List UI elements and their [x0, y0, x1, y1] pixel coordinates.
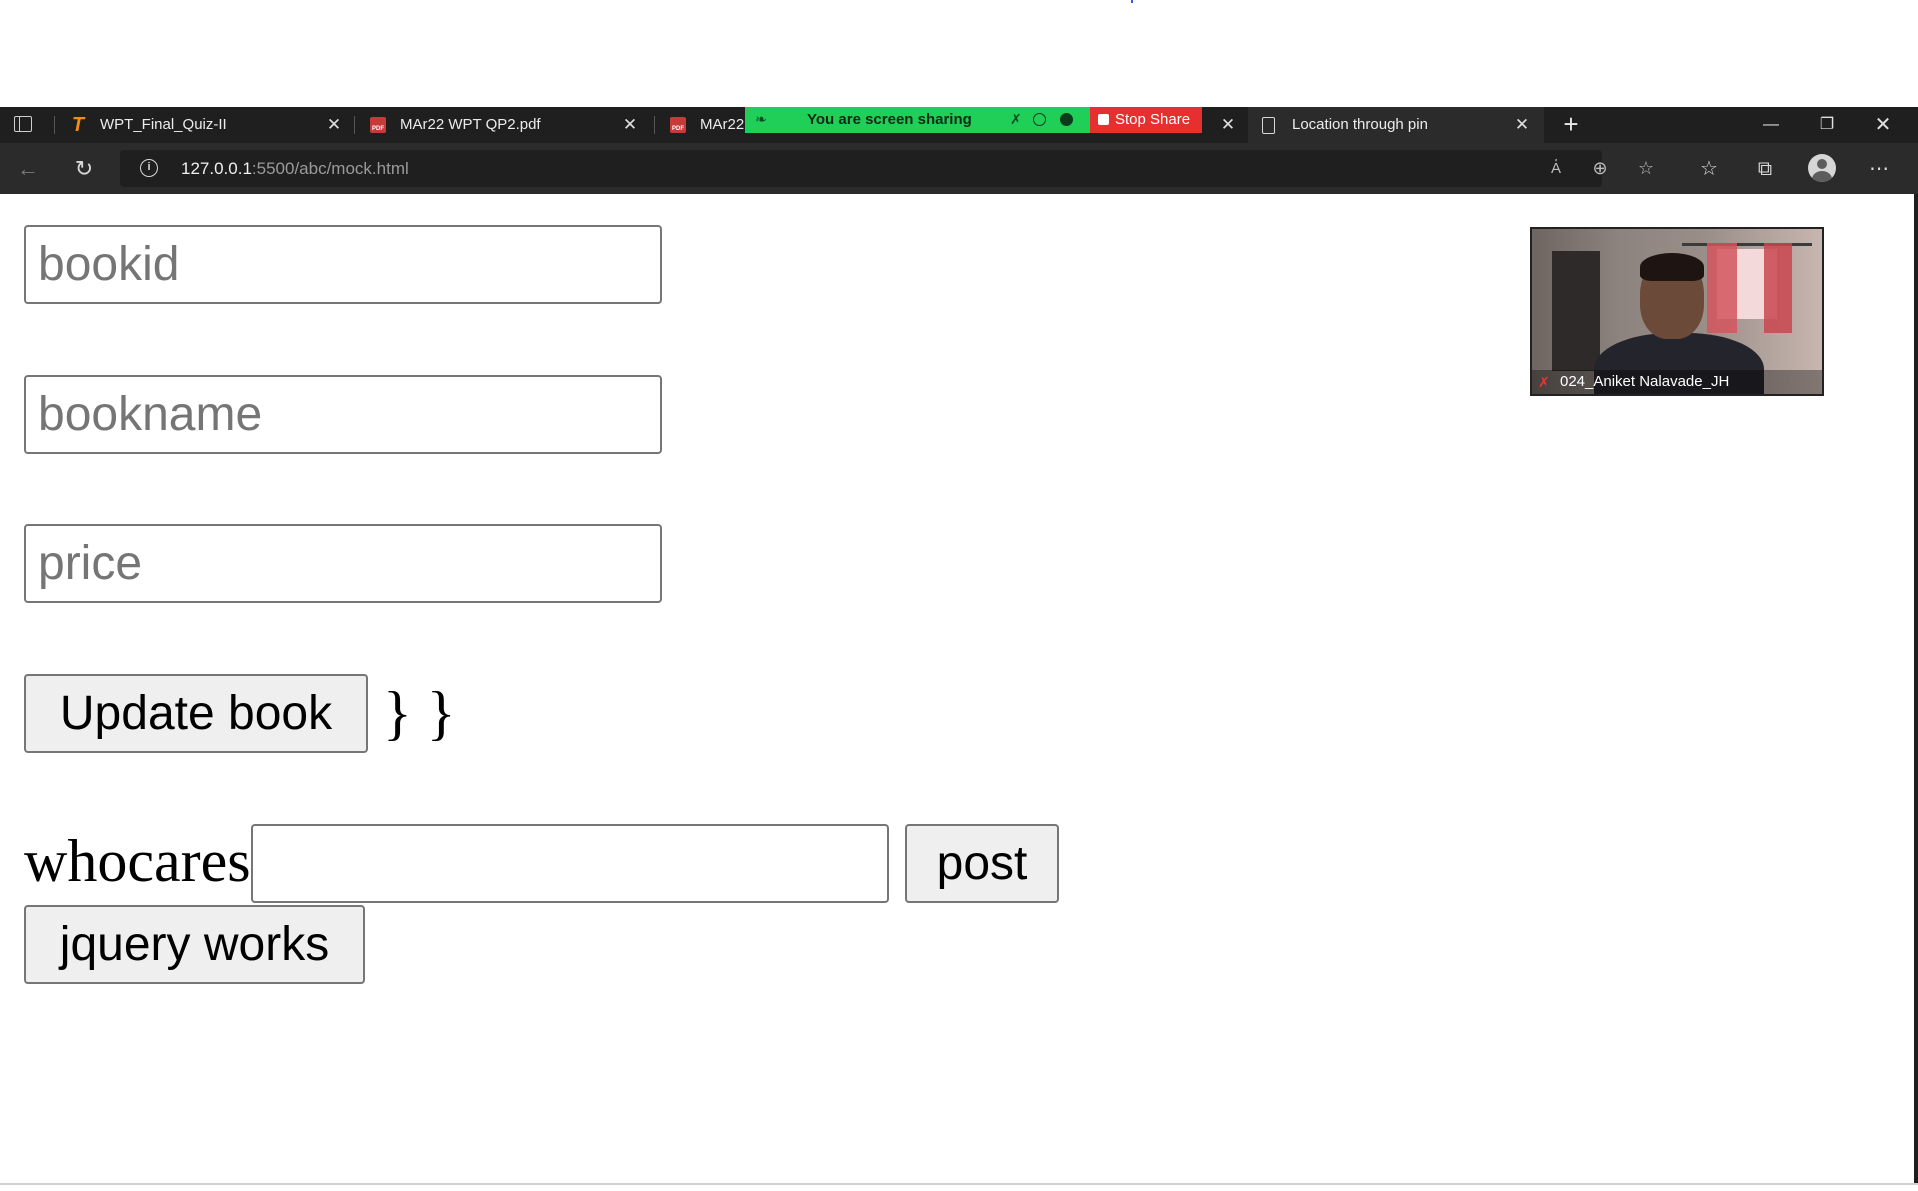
price-input[interactable] — [24, 524, 662, 603]
post-button[interactable]: post — [905, 824, 1059, 903]
tab-separator — [354, 116, 355, 134]
stop-square-icon — [1098, 114, 1109, 125]
bookid-input[interactable] — [24, 225, 662, 304]
close-tab-icon[interactable]: ✕ — [1218, 107, 1238, 143]
pdf-icon — [670, 117, 686, 133]
url-host: 127.0.0.1 — [181, 159, 252, 178]
mic-muted-icon[interactable]: ✗ — [1010, 111, 1022, 128]
zoom-icon[interactable]: ⊕ — [1586, 150, 1614, 187]
jquery-works-button[interactable]: jquery works — [24, 905, 365, 984]
favorites-icon[interactable]: ☆ — [1694, 155, 1724, 183]
video-curtain — [1764, 243, 1792, 333]
address-bar[interactable]: i 127.0.0.1:5500/abc/mock.html — [120, 150, 1602, 187]
tab-separator — [654, 116, 655, 134]
whocares-input[interactable] — [251, 824, 889, 903]
braces-text: } } — [383, 680, 456, 746]
minimize-icon[interactable]: — — [1748, 107, 1794, 143]
whocares-label: whocares — [24, 828, 251, 894]
participant-name: 024_Aniket Nalavade_JH — [1560, 373, 1730, 390]
quiz-favicon-icon: T — [71, 114, 85, 136]
read-aloud-icon[interactable]: A᷾ — [1542, 150, 1570, 187]
screen-share-banner: ❧ You are screen sharing ✗ — [745, 107, 1090, 133]
close-tab-icon[interactable]: ✕ — [620, 107, 640, 143]
bottom-edge — [0, 1183, 1918, 1191]
url-path: :5500/abc/mock.html — [251, 159, 409, 178]
profile-avatar[interactable] — [1808, 154, 1836, 182]
participant-video-thumbnail[interactable]: ✗ 024_Aniket Nalavade_JH — [1530, 227, 1824, 396]
tab-mar22-pdf[interactable]: MAr22 WPT QP2.pdf ✕ — [356, 107, 652, 143]
tab-title: WPT_Final_Quiz-II — [100, 116, 227, 133]
back-arrow-icon[interactable]: ← — [14, 155, 42, 183]
screen-share-status: You are screen sharing — [807, 111, 972, 128]
tab-title: MAr22 WPT QP2.pdf — [400, 116, 541, 133]
video-caption-bar: ✗ 024_Aniket Nalavade_JH — [1532, 370, 1822, 394]
browser-toolbar: ← ↻ i 127.0.0.1:5500/abc/mock.html A᷾ ⊕ … — [0, 143, 1918, 194]
screen-marker — [1131, 0, 1133, 3]
document-icon — [1262, 117, 1275, 134]
video-curtain — [1707, 243, 1737, 333]
tab-title: Location through pin — [1292, 116, 1428, 133]
bookname-input[interactable] — [24, 375, 662, 454]
stop-share-button[interactable]: Stop Share — [1090, 107, 1202, 133]
new-tab-plus-icon[interactable]: + — [1556, 107, 1586, 143]
tab-location-through-pin[interactable]: Location through pin ✕ — [1248, 107, 1544, 143]
share-info-icon[interactable] — [1033, 113, 1046, 126]
collections-icon[interactable]: ⧉ — [1750, 155, 1780, 183]
top-blank-area — [0, 0, 1918, 107]
tab-wpt-final-quiz[interactable]: T WPT_Final_Quiz-II ✕ — [56, 107, 352, 143]
url-text[interactable]: 127.0.0.1:5500/abc/mock.html — [181, 150, 409, 187]
update-book-button[interactable]: Update book — [24, 674, 368, 753]
participant-hair — [1640, 253, 1704, 281]
shield-icon[interactable] — [1060, 113, 1073, 126]
restore-icon[interactable]: ❐ — [1804, 107, 1850, 143]
more-options-icon[interactable]: ⋯ — [1864, 155, 1894, 183]
video-curtain-rod — [1682, 243, 1812, 246]
refresh-icon[interactable]: ↻ — [70, 155, 98, 183]
mic-muted-icon: ✗ — [1538, 374, 1550, 390]
video-door — [1552, 251, 1600, 371]
site-info-icon[interactable]: i — [140, 159, 158, 177]
pdf-icon — [370, 117, 386, 133]
share-leaf-icon: ❧ — [755, 111, 767, 127]
close-tab-icon[interactable]: ✕ — [324, 107, 344, 143]
window-close-icon[interactable]: ✕ — [1860, 107, 1906, 143]
stop-share-label: Stop Share — [1115, 111, 1191, 128]
add-favorite-icon[interactable]: ☆ — [1632, 150, 1660, 187]
window-edge — [1914, 194, 1918, 1183]
close-tab-icon[interactable]: ✕ — [1512, 107, 1532, 143]
tab-actions-icon[interactable] — [14, 116, 32, 132]
tab-separator — [54, 116, 55, 134]
